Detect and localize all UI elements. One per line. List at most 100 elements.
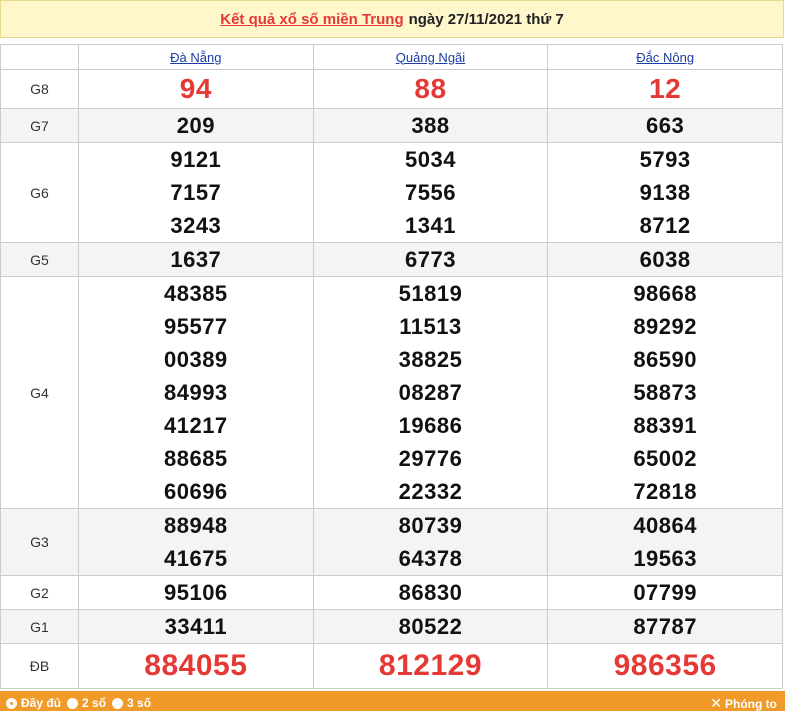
winning-number: 94 [179, 73, 212, 104]
winning-number: 5034 [405, 147, 456, 172]
winning-number: 48385 [163, 281, 228, 306]
province-link[interactable]: Đắc Nông [636, 50, 694, 65]
winning-number: 812129 [378, 649, 483, 682]
prize-cell: 88 [312, 69, 549, 109]
winning-number: 72818 [633, 479, 697, 504]
winning-number: 209 [176, 113, 215, 138]
prize-label: G6 [0, 142, 79, 243]
prize-cell: 95106 [78, 575, 314, 610]
winning-number: 12 [649, 73, 682, 104]
province-header: Đà Nẵng [78, 44, 314, 70]
prize-cell: 388 [312, 108, 549, 143]
radio-icon[interactable] [112, 697, 124, 709]
winning-number: 86830 [398, 580, 463, 605]
province-link[interactable]: Quảng Ngãi [396, 50, 465, 65]
prize-row: ĐB 884055 812129 986356 [0, 643, 783, 689]
prize-row: G3 88948 41675 80739 64378 40864 19563 [0, 508, 783, 576]
prize-cell: 5793 9138 8712 [547, 142, 783, 243]
option-label: Đầy đủ [21, 696, 62, 710]
winning-number: 663 [646, 113, 685, 138]
winning-number: 41675 [163, 546, 228, 571]
prize-cell: 812129 [312, 643, 549, 689]
prize-row: G1 33411 80522 87787 [0, 609, 783, 644]
results-table: Đà Nẵng Quảng Ngãi Đắc Nông G8 94 88 12 G7 20… [0, 44, 783, 689]
winning-number: 89292 [633, 314, 697, 339]
prize-cell: 986356 [547, 643, 783, 689]
prize-cell: 6773 [312, 242, 549, 277]
expand-icon: ✕ [710, 695, 723, 711]
winning-number: 86590 [633, 347, 697, 372]
prize-cell: 6038 [547, 242, 783, 277]
winning-number: 95577 [163, 314, 228, 339]
zoom-button[interactable]: ✕ Phóng to [710, 695, 777, 712]
winning-number: 58873 [633, 380, 697, 405]
prize-cell: 884055 [78, 643, 314, 689]
winning-number: 38825 [398, 347, 463, 372]
winning-number: 22332 [398, 479, 463, 504]
winning-number: 88 [414, 73, 447, 104]
prize-label: G5 [0, 242, 79, 277]
prize-label: G8 [0, 69, 79, 109]
prize-cell: 80522 [312, 609, 549, 644]
prize-cell: 48385 95577 00389 84993 41217 88685 60696 [78, 276, 314, 509]
prize-cell: 1637 [78, 242, 314, 277]
radio-icon[interactable] [67, 697, 79, 709]
prize-cell: 9121 7157 3243 [78, 142, 314, 243]
prize-cell: 07799 [547, 575, 783, 610]
province-header-row: Đà Nẵng Quảng Ngãi Đắc Nông [0, 44, 783, 70]
prize-cell: 209 [78, 108, 314, 143]
winning-number: 5793 [639, 147, 691, 172]
zoom-label: Phóng to [725, 696, 777, 711]
winning-number: 9121 [170, 147, 222, 172]
winning-number: 08287 [398, 380, 463, 405]
option-2-digits[interactable]: 2 số [67, 696, 106, 710]
winning-number: 7556 [405, 180, 456, 205]
winning-number: 88685 [163, 446, 228, 471]
prize-cell: 88948 41675 [78, 508, 314, 576]
winning-number: 87787 [633, 614, 697, 639]
winning-number: 84993 [163, 380, 228, 405]
winning-number: 19686 [398, 413, 463, 438]
prize-cell: 98668 89292 86590 58873 88391 65002 72818 [547, 276, 783, 509]
winning-number: 88391 [633, 413, 697, 438]
winning-number: 40864 [633, 513, 697, 538]
prize-label: G3 [0, 508, 79, 576]
province-link[interactable]: Đà Nẵng [170, 50, 221, 65]
option-3-digits[interactable]: 3 số [112, 696, 151, 710]
province-header: Quảng Ngãi [312, 44, 549, 70]
option-label: 2 số [82, 696, 107, 710]
winning-number: 41217 [163, 413, 228, 438]
winning-number: 51819 [398, 281, 463, 306]
prize-label: G4 [0, 276, 79, 509]
winning-number: 6038 [639, 247, 691, 272]
winning-number: 7157 [170, 180, 222, 205]
prize-cell: 51819 11513 38825 08287 19686 29776 22332 [312, 276, 549, 509]
winning-number: 60696 [163, 479, 228, 504]
region-results-link[interactable]: Kết quả xổ số miền Trung [220, 11, 403, 28]
radio-selected-icon[interactable] [6, 697, 17, 709]
results-widget: Kết quả xổ số miền Trung ngày 27/11/2021… [0, 0, 785, 711]
prize-cell: 86830 [312, 575, 549, 610]
prize-row: G8 94 88 12 [0, 69, 783, 109]
winning-number: 1637 [170, 247, 222, 272]
winning-number: 64378 [398, 546, 463, 571]
prize-cell: 33411 [78, 609, 314, 644]
option-full[interactable]: Đầy đủ [6, 696, 61, 710]
winning-number: 388 [411, 113, 450, 138]
winning-number: 11513 [399, 314, 462, 339]
winning-number: 19563 [633, 546, 697, 571]
prize-cell: 40864 19563 [547, 508, 783, 576]
prize-label: ĐB [0, 643, 79, 689]
winning-number: 98668 [633, 281, 697, 306]
winning-number: 80739 [398, 513, 463, 538]
prize-cell: 663 [547, 108, 783, 143]
winning-number: 00389 [163, 347, 228, 372]
option-label: 3 số [127, 696, 152, 710]
winning-number: 29776 [398, 446, 463, 471]
winning-number: 33411 [164, 614, 228, 639]
empty-header-cell [0, 44, 79, 70]
winning-number: 65002 [633, 446, 697, 471]
prize-cell: 80739 64378 [312, 508, 549, 576]
winning-number: 1341 [405, 213, 456, 238]
winning-number: 88948 [163, 513, 228, 538]
